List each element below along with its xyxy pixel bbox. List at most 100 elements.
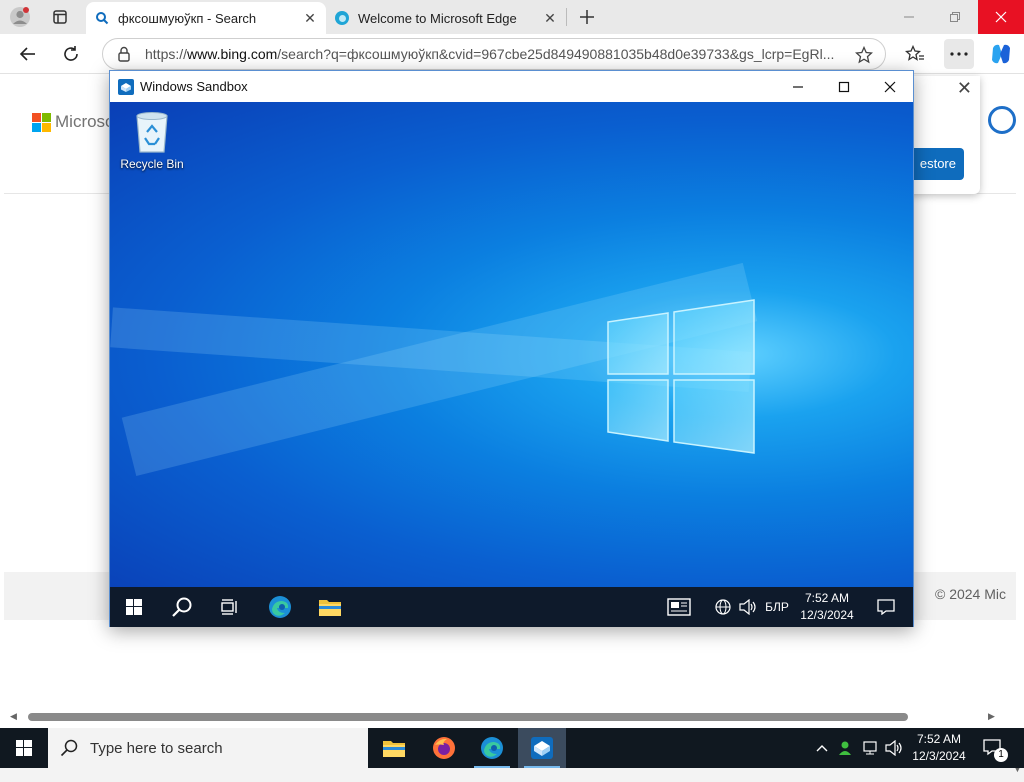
sandbox-close-button[interactable] <box>867 71 913 102</box>
sandbox-maximize-button[interactable] <box>821 71 867 102</box>
tray-network[interactable] <box>858 728 882 768</box>
footer-copyright: © 2024 Mic <box>934 586 1006 602</box>
sandbox-start-button[interactable] <box>110 587 158 627</box>
taskbar-time: 7:52 AM <box>916 732 962 746</box>
desktop-icon-recycle-bin[interactable]: Recycle Bin <box>116 110 188 171</box>
sandbox-search-button[interactable] <box>158 587 206 627</box>
task-view-icon <box>221 599 237 615</box>
search-icon <box>172 597 192 617</box>
tab-divider <box>566 8 567 26</box>
tab-close-icon[interactable]: ✕ <box>302 10 318 26</box>
horizontal-scrollbar[interactable]: ◀ ▶ <box>0 708 1010 726</box>
tray-volume[interactable] <box>882 728 906 768</box>
recycle-bin-label: Recycle Bin <box>120 157 184 171</box>
tab-welcome-edge[interactable]: Welcome to Microsoft Edge ✕ <box>326 2 566 34</box>
url-path: /search?q=фксошмуюўкп&cvid=967cbe25d8494… <box>277 46 835 62</box>
scroll-right-icon[interactable]: ▶ <box>988 711 995 722</box>
lock-icon[interactable] <box>117 46 131 62</box>
new-tab-button[interactable] <box>573 3 601 31</box>
url-text[interactable]: https://www.bing.com/search?q=фксошмуюўк… <box>145 46 835 62</box>
tab-close-icon[interactable]: ✕ <box>542 10 558 26</box>
sandbox-edge-taskbar-button[interactable] <box>256 587 304 627</box>
close-window-button[interactable] <box>978 0 1024 34</box>
taskbar-edge[interactable] <box>468 728 516 768</box>
back-arrow-icon <box>19 47 35 61</box>
folder-icon <box>383 741 405 757</box>
scrollbar-thumb[interactable] <box>28 713 908 721</box>
windows-taskbar: Type here to search 7:52 AM 12/3/2024 1 <box>0 728 1024 768</box>
search-icon <box>60 739 78 757</box>
sandbox-notifications-button[interactable] <box>862 587 910 627</box>
refresh-button[interactable] <box>56 39 86 69</box>
close-icon <box>995 11 1007 23</box>
taskbar-firefox[interactable] <box>420 728 468 768</box>
sandbox-time: 7:52 AM <box>804 591 850 605</box>
windows-start-icon <box>16 740 32 756</box>
notification-center-button[interactable]: 1 <box>972 728 1014 768</box>
url-scheme: https:// <box>145 46 188 62</box>
microsoft-logo-icon <box>32 112 51 132</box>
favorites-button[interactable] <box>900 39 930 69</box>
sandbox-title-bar[interactable]: Windows Sandbox <box>110 71 913 102</box>
sandbox-network-button[interactable] <box>710 587 736 627</box>
sandbox-date: 12/3/2024 <box>800 608 854 622</box>
tab-actions-button[interactable] <box>46 3 74 31</box>
sandbox-clock[interactable]: 7:52 AM 12/3/2024 <box>794 590 860 624</box>
edge-icon <box>269 596 291 618</box>
edge-icon <box>334 10 350 26</box>
sandbox-news-button[interactable] <box>655 587 703 627</box>
sandbox-task-view-button[interactable] <box>206 587 254 627</box>
windows-sandbox-window: Windows Sandbox Recycle Bin БЛР 7:52 AM … <box>109 70 914 627</box>
bing-search-icon <box>94 10 110 26</box>
taskbar-search-box[interactable]: Type here to search <box>48 728 368 768</box>
sandbox-file-explorer-button[interactable] <box>306 587 354 627</box>
search-placeholder: Type here to search <box>90 739 223 757</box>
copilot-button[interactable] <box>986 39 1016 69</box>
profile-icon <box>10 7 30 27</box>
restore-button[interactable] <box>932 0 978 34</box>
edge-extension-icon[interactable] <box>988 106 1016 134</box>
notification-count-badge: 1 <box>994 748 1008 762</box>
news-widget-icon <box>667 598 691 616</box>
speaker-icon <box>739 599 756 615</box>
tray-user-status[interactable] <box>834 728 858 768</box>
browser-toolbar: https://www.bing.com/search?q=фксошмуюўк… <box>0 34 1024 74</box>
profile-avatar-button[interactable] <box>6 3 34 31</box>
taskbar-date: 12/3/2024 <box>912 749 966 763</box>
tab-bing-search[interactable]: фксошмуюўкп - Search ✕ <box>86 2 326 34</box>
more-dots-icon <box>950 52 968 56</box>
sandbox-desktop[interactable]: Recycle Bin <box>110 102 913 587</box>
action-center-icon <box>877 599 895 615</box>
favorite-star-icon[interactable] <box>855 46 873 64</box>
browser-tab-strip: фксошмуюўкп - Search ✕ Welcome to Micros… <box>0 0 1024 34</box>
sandbox-minimize-button[interactable] <box>775 71 821 102</box>
url-host: www.bing.com <box>187 46 278 62</box>
windows-start-icon <box>126 599 142 615</box>
close-icon <box>884 81 896 92</box>
sandbox-volume-button[interactable] <box>736 587 760 627</box>
address-bar[interactable]: https://www.bing.com/search?q=фксошмуюўк… <box>102 38 886 70</box>
network-icon <box>863 741 877 755</box>
sandbox-title: Windows Sandbox <box>140 79 248 94</box>
sandbox-language-indicator[interactable]: БЛР <box>760 587 794 627</box>
windows-logo-wallpaper-icon <box>607 299 755 454</box>
refresh-icon <box>64 46 78 61</box>
scroll-left-icon[interactable]: ◀ <box>10 711 17 722</box>
folder-icon <box>319 600 341 616</box>
start-button[interactable] <box>0 728 48 768</box>
settings-more-button[interactable] <box>944 39 974 69</box>
user-online-icon <box>839 741 851 755</box>
taskbar-windows-sandbox[interactable] <box>518 728 566 768</box>
minimize-button[interactable] <box>886 0 932 34</box>
taskbar-file-explorer[interactable] <box>370 728 418 768</box>
sandbox-taskbar: БЛР 7:52 AM 12/3/2024 <box>110 587 913 627</box>
firefox-icon <box>433 737 455 759</box>
favorites-icon <box>905 45 924 61</box>
minimize-icon <box>793 85 803 88</box>
popup-close-icon[interactable]: ✕ <box>957 78 972 99</box>
tab-title: Welcome to Microsoft Edge <box>358 10 517 26</box>
back-button[interactable] <box>13 39 43 69</box>
show-hidden-icons-button[interactable] <box>810 728 834 768</box>
copilot-icon <box>992 44 1010 64</box>
taskbar-clock[interactable]: 7:52 AM 12/3/2024 <box>906 731 972 765</box>
